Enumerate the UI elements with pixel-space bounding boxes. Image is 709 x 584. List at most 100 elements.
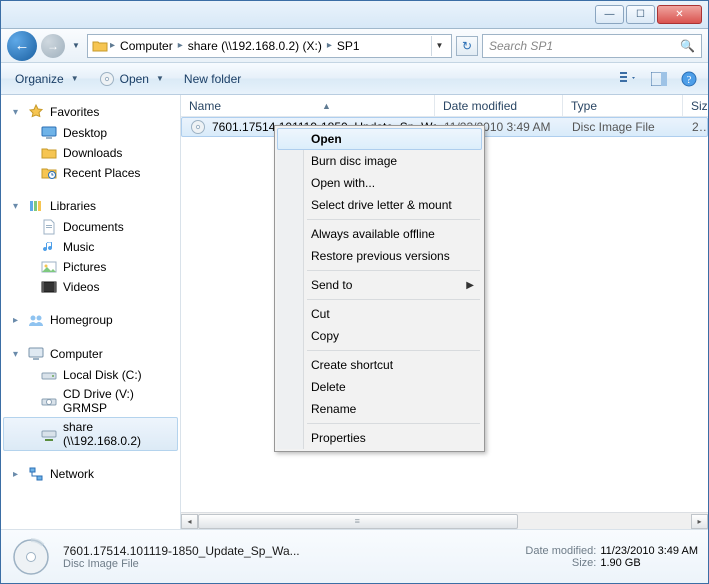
nav-videos[interactable]: Videos	[3, 277, 178, 297]
ctx-copy[interactable]: Copy	[277, 325, 482, 347]
breadcrumb-share[interactable]: share (\\192.168.0.2) (X:)	[185, 39, 325, 53]
details-date: 11/23/2010 3:49 AM	[600, 545, 698, 557]
nav-item-label: Local Disk (C:)	[63, 368, 142, 382]
file-type: Disc Image File	[564, 120, 684, 134]
computer-icon	[28, 346, 44, 362]
chevron-right-icon[interactable]: ▸	[176, 40, 185, 51]
details-filetype: Disc Image File	[63, 558, 300, 570]
ctx-mount[interactable]: Select drive letter & mount	[277, 194, 482, 216]
column-headers: Name ▲ Date modified Type Siz	[181, 95, 708, 117]
desktop-icon	[41, 125, 57, 141]
open-menu[interactable]: Open ▼	[93, 69, 170, 89]
nav-desktop[interactable]: Desktop	[3, 123, 178, 143]
breadcrumb-sp1[interactable]: SP1	[334, 39, 363, 53]
nav-favorites[interactable]: ▾ Favorites	[3, 101, 178, 123]
help-button[interactable]: ?	[678, 68, 700, 90]
expand-icon[interactable]: ▸	[13, 469, 22, 480]
nav-item-label: Recent Places	[63, 166, 140, 180]
videos-icon	[41, 279, 57, 295]
close-button[interactable]: ✕	[657, 5, 702, 24]
ctx-restore-versions[interactable]: Restore previous versions	[277, 245, 482, 267]
expand-icon[interactable]: ▸	[13, 315, 22, 326]
cd-icon	[41, 393, 57, 409]
breadcrumb-computer[interactable]: Computer	[117, 39, 176, 53]
ctx-rename[interactable]: Rename	[277, 398, 482, 420]
nav-libraries[interactable]: ▾ Libraries	[3, 195, 178, 217]
column-type[interactable]: Type	[563, 95, 683, 116]
nav-music[interactable]: Music	[3, 237, 178, 257]
preview-pane-button[interactable]	[648, 68, 670, 90]
ctx-label: Burn disc image	[311, 154, 397, 168]
ctx-label: Rename	[311, 402, 356, 416]
search-placeholder: Search SP1	[489, 39, 553, 53]
sort-asc-icon: ▲	[322, 101, 331, 111]
scroll-right-button[interactable]: ▸	[691, 514, 708, 529]
nav-computer[interactable]: ▾ Computer	[3, 343, 178, 365]
ctx-separator	[307, 423, 480, 424]
nav-item-label: Desktop	[63, 126, 107, 140]
nav-pictures[interactable]: Pictures	[3, 257, 178, 277]
nav-network[interactable]: ▸ Network	[3, 463, 178, 485]
back-button[interactable]: ←	[7, 31, 37, 61]
ctx-properties[interactable]: Properties	[277, 427, 482, 449]
nav-share-drive[interactable]: share (\\192.168.0.2)	[3, 417, 178, 451]
horizontal-scrollbar[interactable]: ◂ ≡ ▸	[181, 512, 708, 529]
nav-documents[interactable]: Documents	[3, 217, 178, 237]
ctx-send-to[interactable]: Send to▶	[277, 274, 482, 296]
ctx-delete[interactable]: Delete	[277, 376, 482, 398]
newfolder-label: New folder	[184, 72, 241, 86]
organize-menu[interactable]: Organize ▼	[9, 70, 85, 88]
nav-history-dropdown[interactable]: ▼	[69, 41, 83, 50]
open-label: Open	[120, 72, 149, 86]
collapse-icon[interactable]: ▾	[13, 107, 22, 118]
scroll-track[interactable]: ≡	[198, 514, 691, 529]
nav-homegroup[interactable]: ▸ Homegroup	[3, 309, 178, 331]
minimize-button[interactable]: —	[595, 5, 624, 24]
column-label: Siz	[691, 99, 708, 113]
column-name[interactable]: Name ▲	[181, 95, 435, 116]
ctx-cut[interactable]: Cut	[277, 303, 482, 325]
chevron-right-icon[interactable]: ▸	[325, 40, 334, 51]
forward-button[interactable]: →	[41, 34, 65, 58]
ctx-separator	[307, 270, 480, 271]
ctx-open[interactable]: Open	[277, 128, 482, 150]
maximize-button[interactable]: ☐	[626, 5, 655, 24]
iso-icon	[11, 537, 51, 577]
collapse-icon[interactable]: ▾	[13, 201, 22, 212]
organize-label: Organize	[15, 72, 64, 86]
ctx-available-offline[interactable]: Always available offline	[277, 223, 482, 245]
explorer-window: — ☐ ✕ ← → ▼ ▸ Computer ▸ share (\\192.16…	[0, 0, 709, 584]
ctx-label: Copy	[311, 329, 339, 343]
nav-item-label: Downloads	[63, 146, 122, 160]
new-folder-button[interactable]: New folder	[178, 70, 247, 88]
nav-cd-drive[interactable]: CD Drive (V:) GRMSP	[3, 385, 178, 417]
scroll-left-button[interactable]: ◂	[181, 514, 198, 529]
ctx-label: Properties	[311, 431, 366, 445]
column-label: Type	[571, 99, 597, 113]
search-input[interactable]: Search SP1 🔍	[482, 34, 702, 58]
nav-recent-places[interactable]: Recent Places	[3, 163, 178, 183]
refresh-icon: ↻	[462, 39, 472, 53]
refresh-button[interactable]: ↻	[456, 36, 478, 56]
star-icon	[28, 104, 44, 120]
address-dropdown[interactable]: ▼	[431, 36, 447, 56]
pictures-icon	[41, 259, 57, 275]
nav-downloads[interactable]: Downloads	[3, 143, 178, 163]
column-date[interactable]: Date modified	[435, 95, 563, 116]
svg-text:?: ?	[687, 74, 692, 86]
ctx-create-shortcut[interactable]: Create shortcut	[277, 354, 482, 376]
explorer-body: ▾ Favorites Desktop Downloads Recent Pla…	[1, 95, 708, 529]
nav-local-disk[interactable]: Local Disk (C:)	[3, 365, 178, 385]
submenu-arrow-icon: ▶	[466, 280, 474, 291]
scroll-thumb[interactable]: ≡	[198, 514, 518, 529]
column-label: Name	[189, 99, 221, 113]
ctx-burn[interactable]: Burn disc image	[277, 150, 482, 172]
chevron-right-icon[interactable]: ▸	[108, 40, 117, 51]
collapse-icon[interactable]: ▾	[13, 349, 22, 360]
address-bar[interactable]: ▸ Computer ▸ share (\\192.168.0.2) (X:) …	[87, 34, 452, 58]
view-options-button[interactable]	[618, 68, 640, 90]
navigation-pane: ▾ Favorites Desktop Downloads Recent Pla…	[1, 95, 181, 529]
arrow-right-icon: →	[47, 39, 59, 53]
ctx-open-with[interactable]: Open with...	[277, 172, 482, 194]
column-size[interactable]: Siz	[683, 95, 709, 116]
